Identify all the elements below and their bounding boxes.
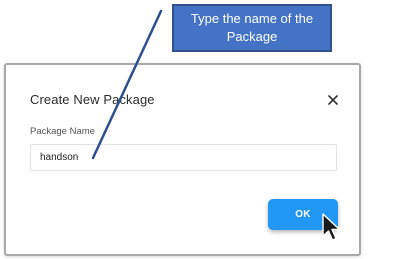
- create-package-dialog: Create New Package Package Name OK: [4, 63, 361, 256]
- screenshot-stage: Create New Package Package Name OK Type …: [0, 0, 398, 259]
- close-button[interactable]: [326, 93, 340, 107]
- dialog-title: Create New Package: [30, 92, 155, 107]
- callout-text: Type the name of the Package: [190, 11, 314, 44]
- annotation-callout: Type the name of the Package: [172, 4, 332, 52]
- ok-button[interactable]: OK: [268, 199, 338, 230]
- package-name-label: Package Name: [30, 126, 95, 137]
- close-icon: [328, 95, 338, 105]
- package-name-input[interactable]: [30, 144, 337, 171]
